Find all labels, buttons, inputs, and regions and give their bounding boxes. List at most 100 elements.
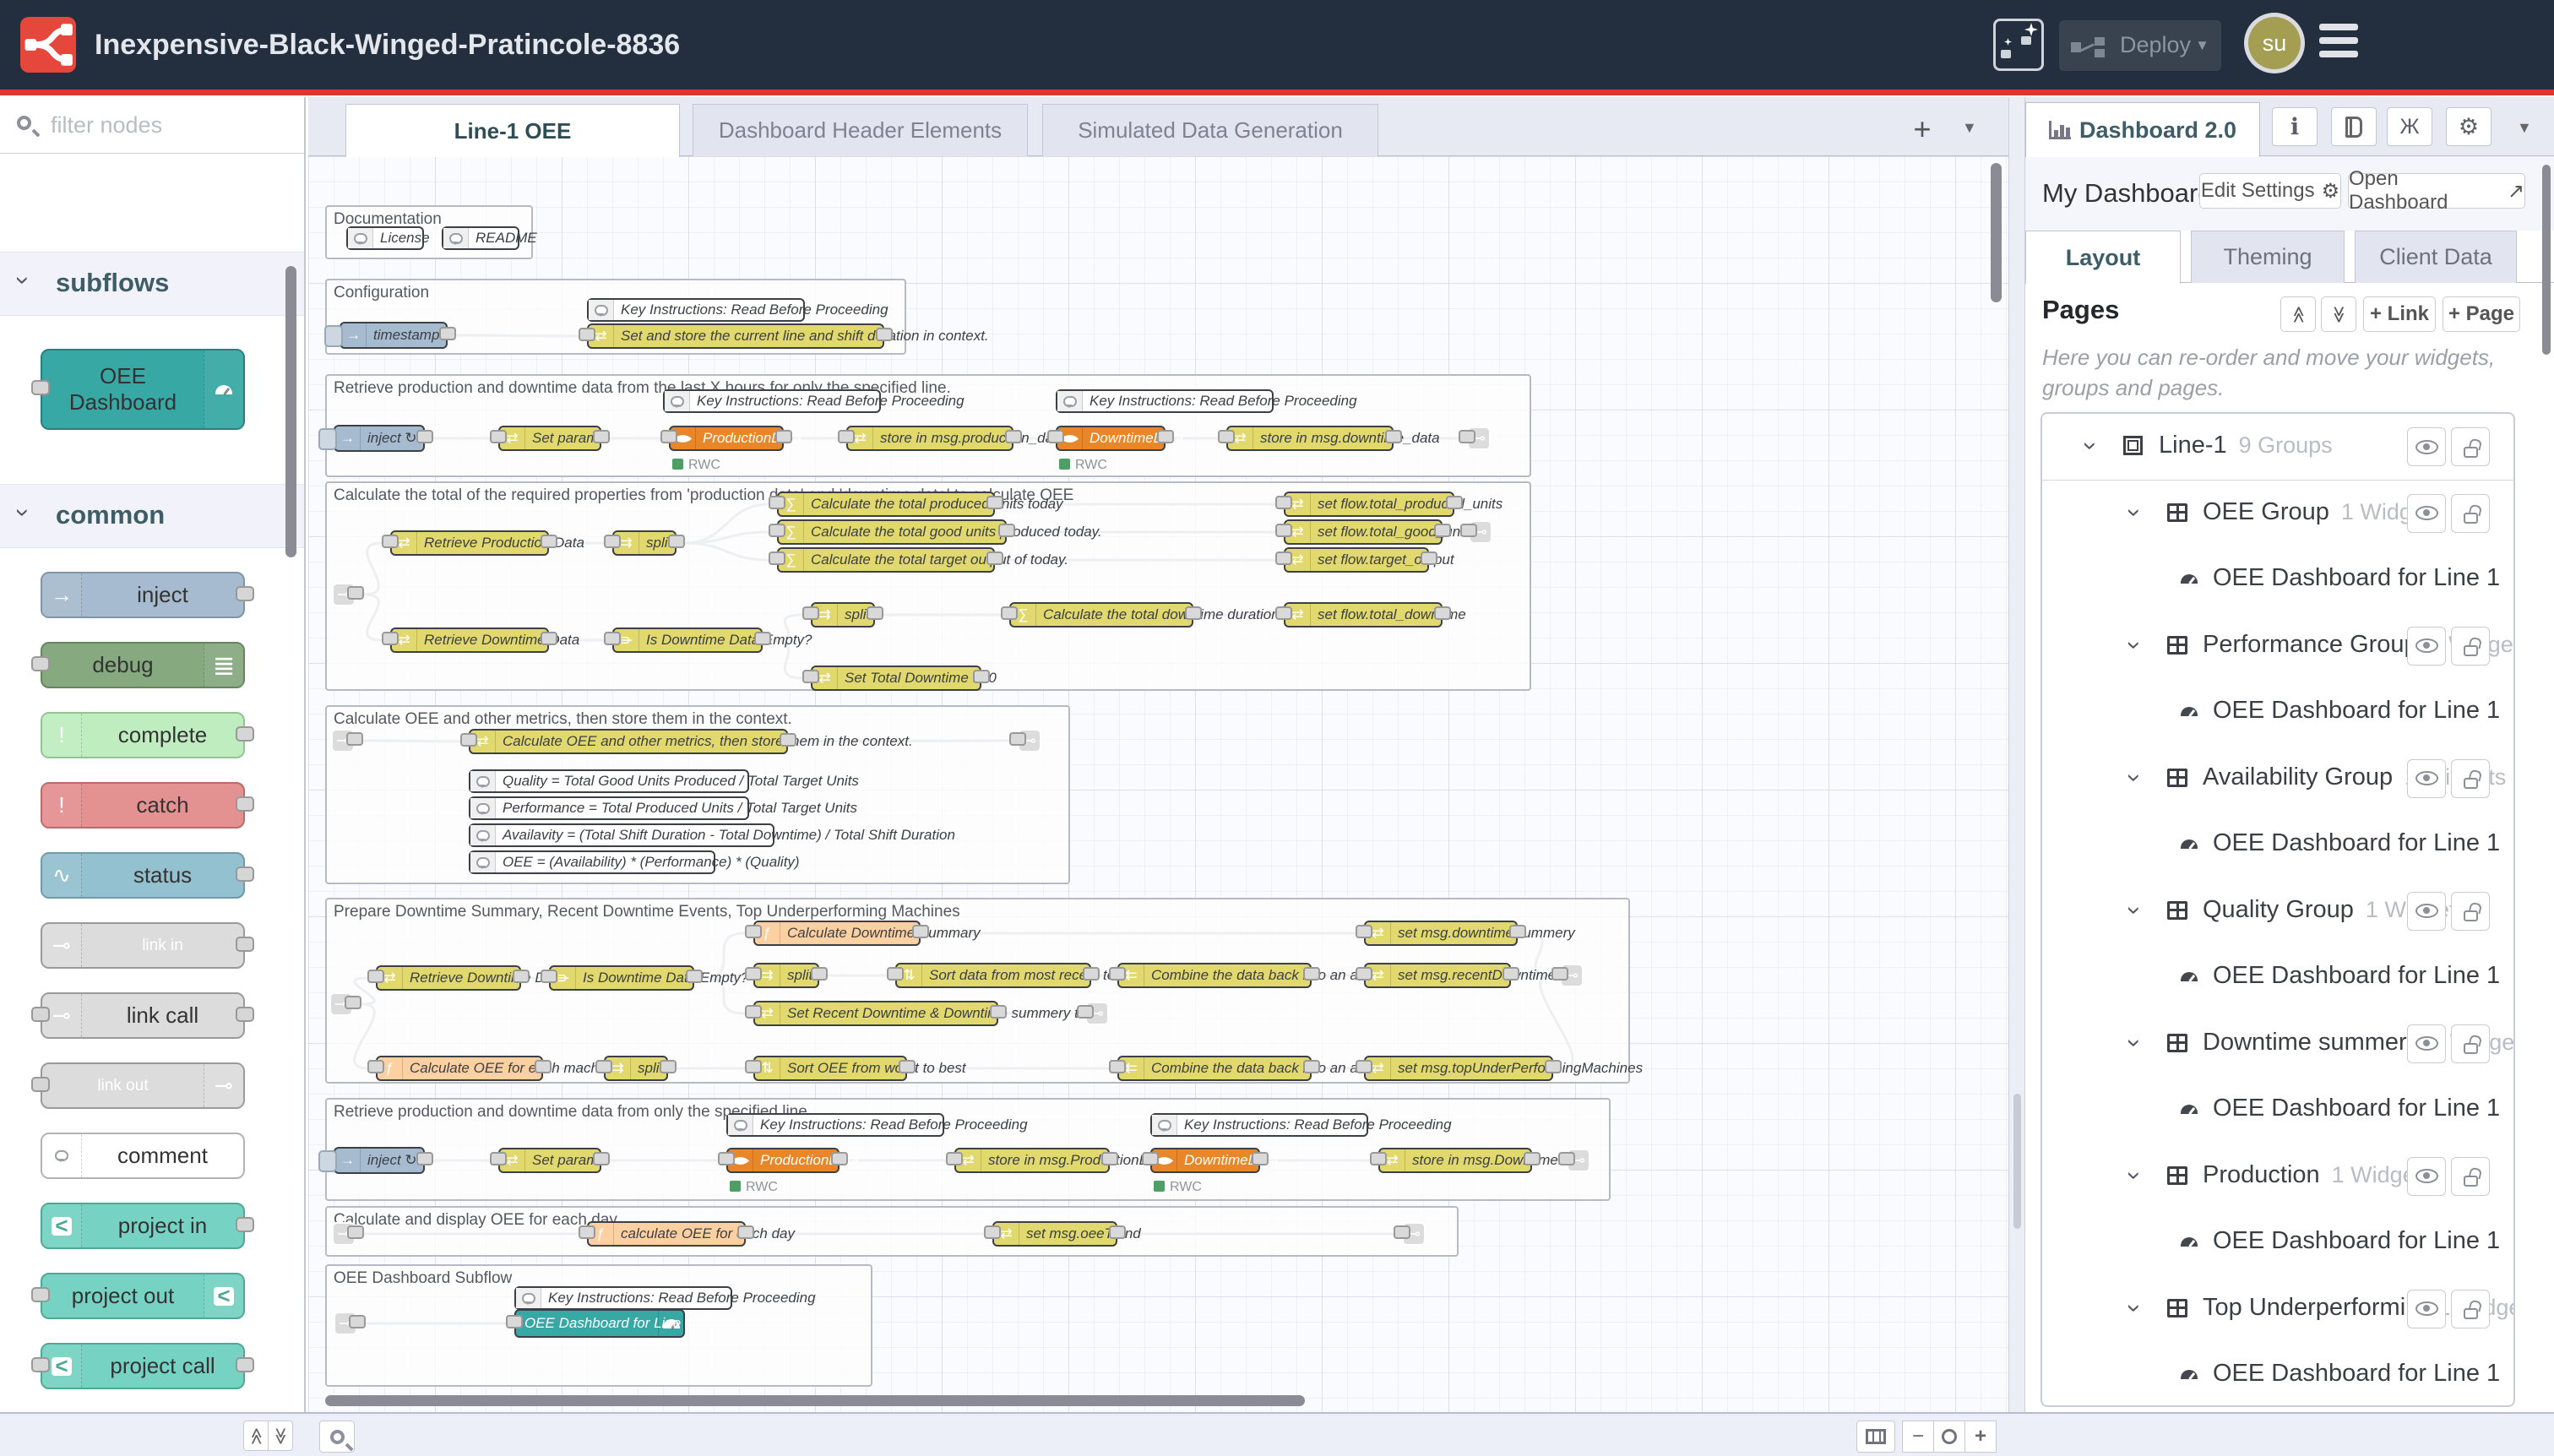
node-input-port[interactable] <box>1109 1060 1126 1073</box>
node-output-port[interactable] <box>1083 967 1100 981</box>
node-calculate-the-total-good-units-produced-[interactable]: ∑Calculate the total good units produced… <box>777 519 1007 545</box>
node-inject[interactable]: →inject ↻ <box>334 425 425 452</box>
node-key-instructions-read-before-proceeding[interactable]: Key Instructions: Read Before Proceeding <box>1056 389 1274 413</box>
add-page-button[interactable]: + Page <box>2443 296 2520 332</box>
palette-node-project-out[interactable]: <project out <box>41 1273 245 1319</box>
node-input-port[interactable] <box>1009 732 1026 746</box>
node-output-port[interactable] <box>236 1007 254 1022</box>
node-input-port[interactable] <box>31 1357 50 1372</box>
node-set-msg-oeetrend[interactable]: ⇄set msg.oeeTrend <box>992 1221 1117 1247</box>
node-input-port[interactable] <box>1551 967 1568 981</box>
node-input-port[interactable] <box>769 551 785 565</box>
node-linkin[interactable]: ⊸ <box>331 729 355 752</box>
node-output-port[interactable] <box>986 496 1003 509</box>
node-store-in-msg-production-data[interactable]: ⇄store in msg.production_data <box>846 426 1013 451</box>
node-output-port[interactable] <box>593 1152 610 1165</box>
node-input-port[interactable] <box>745 1060 762 1073</box>
node-set-and-store-the-current-line-and-shift[interactable]: ⇄Set and store the current line and shif… <box>587 323 884 349</box>
user-avatar[interactable]: su <box>2248 17 2301 69</box>
node-input-port[interactable] <box>604 535 621 548</box>
node-input-port[interactable] <box>769 496 785 509</box>
tree-row-production-11[interactable]: ›Production1 Widgets <box>2042 1144 2513 1210</box>
node-input-port[interactable] <box>1558 1152 1575 1165</box>
node-output-port[interactable] <box>1385 430 1402 443</box>
chevron-down-icon[interactable]: › <box>2122 774 2147 782</box>
node-oee-dashboard-for-line-1[interactable]: OEE Dashboard for Line 1 <box>514 1309 685 1338</box>
lock-toggle-button[interactable] <box>2451 494 2490 533</box>
node-output-port[interactable] <box>686 970 703 983</box>
palette-section-subflows[interactable]: ›subflows <box>0 252 306 316</box>
node-output-port[interactable] <box>345 996 361 1009</box>
node-set-flow-target-output[interactable]: ⇄set flow.target_output <box>1284 547 1429 573</box>
node-store-in-msg-downtimedata[interactable]: ⇄store in msg.DowntimeData <box>1378 1148 1532 1173</box>
node-set-flow-total-good-units[interactable]: ⇄set flow.total_good_units <box>1284 519 1443 545</box>
node-output-port[interactable] <box>236 1357 254 1372</box>
node-output-port[interactable] <box>973 670 990 683</box>
node-is-downtime-data-empty[interactable]: ⋔Is Downtime Data Empty? <box>612 627 763 653</box>
palette-scrollbar[interactable] <box>285 266 296 557</box>
node-input-port[interactable] <box>367 970 384 983</box>
palette-search[interactable] <box>0 97 306 154</box>
node-output-port[interactable] <box>236 1217 254 1232</box>
flow-tab-dashboard-header-elements[interactable]: Dashboard Header Elements <box>693 104 1028 156</box>
node-input-port[interactable] <box>1370 1152 1387 1165</box>
node-input-port[interactable] <box>1142 1152 1159 1165</box>
node-linkin[interactable]: ⊸ <box>334 1312 357 1335</box>
node-input-port[interactable] <box>745 967 762 981</box>
chevron-down-icon[interactable]: › <box>2122 906 2147 915</box>
node-set-flow-total-downtime[interactable]: ⇄set flow.total_downtime <box>1284 602 1443 627</box>
node-input-port[interactable] <box>1356 967 1372 981</box>
node-input-port[interactable] <box>382 535 399 548</box>
node-input-port[interactable] <box>367 1060 384 1073</box>
visibility-toggle-button[interactable] <box>2407 627 2446 666</box>
node-performance-total-produced-units-total-t[interactable]: Performance = Total Produced Units / Tot… <box>469 796 749 820</box>
node-input-port[interactable] <box>1047 430 1064 443</box>
tree-row-oee-group-1[interactable]: ›OEE Group1 Widgets <box>2042 481 2513 547</box>
edit-settings-button[interactable]: Edit Settings⚙ <box>2199 173 2341 209</box>
node-input-port[interactable] <box>460 733 477 747</box>
node-output-port[interactable] <box>347 586 364 600</box>
node-calculate-the-total-target-output-of-tod[interactable]: ∑Calculate the total target output of to… <box>777 547 995 573</box>
node-input-port[interactable] <box>1356 1060 1372 1073</box>
node-input-port[interactable] <box>541 970 557 983</box>
panel-scrollbar[interactable] <box>2542 165 2551 355</box>
node-key-instructions-read-before-proceeding[interactable]: Key Instructions: Read Before Proceeding <box>587 298 805 322</box>
node-linkin[interactable]: ⊸ <box>332 583 356 606</box>
node-input-port[interactable] <box>579 328 595 341</box>
node-set-msg-recentdowntime[interactable]: ⇄set msg.recentDowntime <box>1364 963 1511 988</box>
node-output-port[interactable] <box>1434 524 1451 537</box>
assistant-icon[interactable] <box>1993 19 2044 71</box>
node-output-port[interactable] <box>1524 1152 1541 1165</box>
palette-node-oee-dashboard[interactable]: OEE Dashboard <box>41 349 245 430</box>
node-output-port[interactable] <box>439 327 456 340</box>
node-output-port[interactable] <box>1303 967 1320 981</box>
node-output-port[interactable] <box>1185 606 1202 620</box>
visibility-toggle-button[interactable] <box>2407 1024 2446 1063</box>
palette-node-link-in[interactable]: ⊸link in <box>41 922 245 969</box>
node-output-port[interactable] <box>1109 1225 1126 1239</box>
node-sort-oee-from-worst-to-best[interactable]: ⇅Sort OEE from worst to best <box>753 1056 907 1081</box>
minimap-button[interactable] <box>1856 1421 1895 1453</box>
book-icon[interactable] <box>2331 107 2377 146</box>
flow-tab-simulated-data-generation[interactable]: Simulated Data Generation <box>1042 104 1378 156</box>
chevron-down-icon[interactable]: › <box>2122 1171 2147 1180</box>
node-store-in-msg-productiondata[interactable]: ⇄store in msg.ProductionData <box>954 1148 1110 1173</box>
node-output-port[interactable] <box>737 1225 754 1239</box>
palette-node-project-call[interactable]: <project call <box>41 1343 245 1389</box>
node-is-downtime-data-empty[interactable]: ⋔Is Downtime Data Empty? <box>549 965 694 991</box>
node-output-port[interactable] <box>236 937 254 952</box>
node-input-port[interactable] <box>31 1077 50 1092</box>
node-output-port[interactable] <box>986 551 1003 565</box>
deploy-button[interactable]: Deploy ▼ <box>2059 20 2221 71</box>
node-input-port[interactable] <box>802 670 819 683</box>
deploy-menu-caret[interactable]: ▼ <box>2195 37 2209 54</box>
inject-button[interactable] <box>318 1150 337 1172</box>
add-flow-button[interactable]: + <box>1903 111 1942 149</box>
tree-row-line-1-0[interactable]: ›Line-19 Groups <box>2042 414 2513 481</box>
gear-icon[interactable]: ⚙ <box>2446 107 2492 146</box>
node-linkin[interactable]: ⊸ <box>332 1222 356 1246</box>
visibility-toggle-button[interactable] <box>2407 759 2446 798</box>
flow-list-caret[interactable]: ▼ <box>1962 119 1977 137</box>
palette-node-inject[interactable]: →inject <box>41 572 245 618</box>
node-input-port[interactable] <box>660 430 677 443</box>
